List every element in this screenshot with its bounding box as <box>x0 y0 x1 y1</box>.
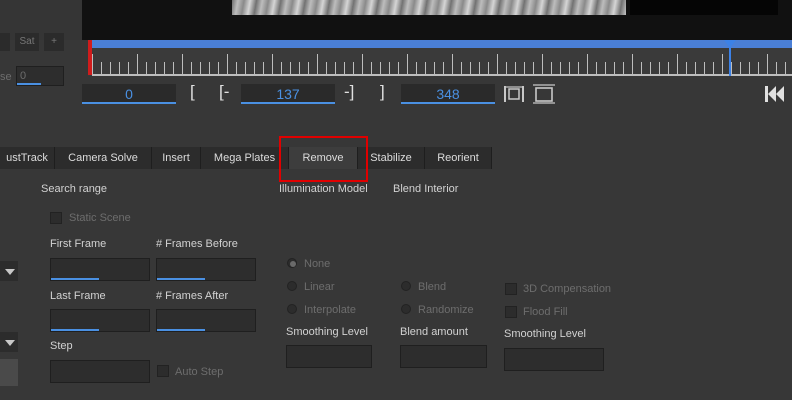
extra-smoothing-label: Smoothing Level <box>504 328 586 340</box>
first-frame-underline <box>51 278 99 280</box>
frames-after-field[interactable] <box>156 309 256 332</box>
auto-step-checkbox[interactable] <box>157 365 169 377</box>
3d-compensation-label: 3D Compensation <box>523 283 612 295</box>
tab-dusttrack[interactable]: ustTrack <box>0 147 55 169</box>
blend-amount-field[interactable] <box>400 345 487 368</box>
3d-compensation-checkbox[interactable] <box>505 283 517 295</box>
blend-radio[interactable] <box>401 281 411 291</box>
blend-label: Blend <box>418 281 447 293</box>
illumination-model-title: Illumination Model <box>279 183 368 195</box>
frames-before-field[interactable] <box>156 258 256 281</box>
sat-button[interactable]: Sat <box>15 33 39 51</box>
last-frame-label: Last Frame <box>50 290 106 302</box>
tab-stabilize[interactable]: Stabilize <box>358 147 425 169</box>
timeline-ticks <box>92 48 792 76</box>
tab-insert[interactable]: Insert <box>152 147 201 169</box>
tab-bar: ustTrack Camera Solve Insert Mega Plates… <box>0 147 494 169</box>
frames-after-label: # Frames After <box>156 290 229 302</box>
end-bracket: ] <box>380 82 385 101</box>
chevron-down-icon <box>5 269 15 275</box>
tab-mega-plates[interactable]: Mega Plates <box>201 147 289 169</box>
flood-fill-checkbox[interactable] <box>505 306 517 318</box>
extra-smoothing-field[interactable] <box>504 348 604 371</box>
playhead-icon[interactable] <box>724 40 736 76</box>
start-frame-field[interactable]: 0 <box>82 84 176 104</box>
plus-button[interactable]: + <box>44 33 64 51</box>
chevron-down-icon <box>5 340 15 346</box>
flood-fill-label: Flood Fill <box>523 306 568 318</box>
search-range-title: Search range <box>41 183 108 195</box>
in-frame-field[interactable]: 137 <box>241 84 335 104</box>
illumination-linear-label: Linear <box>304 281 335 293</box>
remove-tab-highlight <box>279 136 368 182</box>
left-dropdown-2[interactable] <box>0 332 18 352</box>
illumination-interpolate-radio[interactable] <box>287 304 297 314</box>
illumination-smoothing-field[interactable] <box>286 345 372 368</box>
illumination-interpolate-label: Interpolate <box>304 304 356 316</box>
in-close-bracket: -] <box>344 82 355 101</box>
expand-range-icon[interactable] <box>532 83 556 105</box>
fit-range-icon[interactable] <box>503 84 525 104</box>
randomize-radio[interactable] <box>401 304 411 314</box>
blend-amount-label: Blend amount <box>400 326 468 338</box>
left-dropdown-1[interactable] <box>0 261 18 281</box>
tab-camera-solve[interactable]: Camera Solve <box>55 147 152 169</box>
illumination-linear-radio[interactable] <box>287 281 297 291</box>
sideways-label: se <box>0 71 12 83</box>
out-frame-field[interactable]: 348 <box>401 84 495 104</box>
step-label: Step <box>50 340 73 352</box>
frames-before-underline <box>157 278 205 280</box>
first-frame-label: First Frame <box>50 238 107 250</box>
timeline-range-bar[interactable] <box>88 40 792 48</box>
last-frame-field[interactable] <box>50 309 150 332</box>
frames-after-underline <box>157 329 205 331</box>
left-button[interactable] <box>0 359 18 386</box>
static-scene-label: Static Scene <box>69 212 131 224</box>
illumination-smoothing-label: Smoothing Level <box>286 326 368 338</box>
first-frame-field[interactable] <box>50 258 150 281</box>
blend-interior-title: Blend Interior <box>393 183 459 195</box>
start-bracket: [ <box>190 82 195 101</box>
frames-before-label: # Frames Before <box>156 238 238 250</box>
static-scene-checkbox[interactable] <box>50 212 62 224</box>
randomize-label: Randomize <box>418 304 474 316</box>
sideways-field-underline <box>17 83 41 85</box>
sideways-value: 0 <box>20 70 27 82</box>
illumination-none-label: None <box>304 258 331 270</box>
tab-reorient[interactable]: Reorient <box>425 147 492 169</box>
in-point-marker[interactable] <box>88 40 92 75</box>
skip-to-start-icon[interactable] <box>764 84 786 104</box>
sideways-field[interactable]: 0 <box>16 66 64 86</box>
video-frame-dark <box>630 0 778 15</box>
step-field[interactable] <box>50 360 150 383</box>
in-open-bracket: [- <box>219 82 230 101</box>
video-frame <box>232 0 626 15</box>
last-frame-underline <box>51 329 99 331</box>
illumination-none-radio[interactable] <box>287 258 297 268</box>
auto-step-label: Auto Step <box>175 366 224 378</box>
toolbar-button-left[interactable] <box>0 33 10 51</box>
